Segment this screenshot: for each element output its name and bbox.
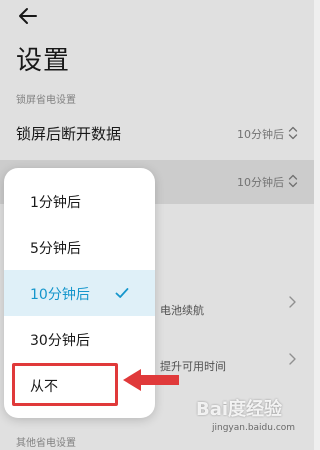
menu-option-label: 10分钟后 — [30, 287, 90, 303]
menu-option-label: 5分钟后 — [30, 241, 81, 257]
setting-label: 锁屏后断开数据 — [16, 125, 122, 143]
menu-option-label: 1分钟后 — [30, 195, 81, 211]
section-header-other: 其他省电设置 — [16, 438, 76, 449]
setting-row-disconnect-data[interactable]: 锁屏后断开数据 10分钟后 — [0, 112, 314, 156]
watermark-url: jingyan.baidu.com — [212, 423, 296, 433]
section-header-lock-screen: 锁屏省电设置 — [16, 95, 76, 106]
menu-option-5min[interactable]: 5分钟后 — [4, 224, 155, 270]
menu-option-label: 30分钟后 — [30, 333, 90, 349]
battery-life-fragment: 电池续航 — [160, 304, 204, 317]
menu-option-30min[interactable]: 30分钟后 — [4, 316, 155, 362]
menu-option-10min[interactable]: 10分钟后 — [4, 270, 155, 316]
check-icon — [115, 288, 129, 298]
page-title: 设置 — [16, 46, 71, 76]
up-down-arrows-icon — [288, 174, 298, 188]
annotation-arrow-icon — [123, 369, 179, 391]
arrow-left-icon — [19, 8, 37, 24]
setting-value: 10分钟后 — [237, 176, 284, 189]
chevron-right-icon[interactable] — [286, 352, 298, 366]
watermark: Bai度经验 jingyan.baidu.com — [196, 390, 312, 436]
setting-value: 10分钟后 — [237, 128, 284, 141]
up-down-arrows-icon — [288, 126, 298, 140]
chevron-right-icon[interactable] — [286, 295, 298, 309]
annotation-highlight-box — [12, 363, 118, 406]
watermark-brand: Bai度经验 — [196, 399, 283, 420]
menu-option-1min[interactable]: 1分钟后 — [4, 178, 155, 224]
settings-page: 设置 锁屏省电设置 锁屏后断开数据 10分钟后 10分钟后 电池续航 提升可用时… — [0, 0, 314, 450]
back-button[interactable] — [14, 2, 42, 30]
